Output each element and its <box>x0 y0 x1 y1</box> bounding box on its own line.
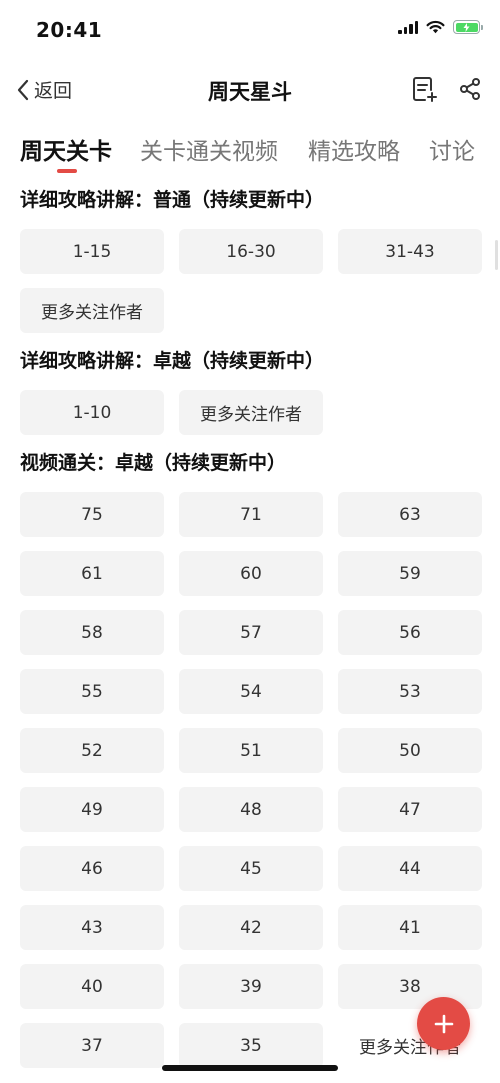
home-indicator[interactable] <box>162 1065 338 1071</box>
tab-bar: 周天关卡 关卡通关视频 精选攻略 讨论 <box>0 132 500 176</box>
level-button[interactable]: 47 <box>338 787 482 832</box>
level-button[interactable]: 50 <box>338 728 482 773</box>
scrollbar[interactable] <box>495 240 498 270</box>
level-button[interactable]: 52 <box>20 728 164 773</box>
note-add-icon <box>413 77 437 102</box>
status-icons <box>398 20 483 34</box>
battery-icon <box>453 20 483 34</box>
level-button[interactable]: 41 <box>338 905 482 950</box>
normal-guides-grid: 1-15 16-30 31-43 更多关注作者 <box>20 229 482 333</box>
level-button[interactable]: 45 <box>179 846 323 891</box>
level-button[interactable]: 71 <box>179 492 323 537</box>
tab-zhoutian-guanka[interactable]: 周天关卡 <box>20 132 112 166</box>
range-button[interactable]: 16-30 <box>179 229 323 274</box>
level-button[interactable]: 42 <box>179 905 323 950</box>
follow-author-button[interactable]: 更多关注作者 <box>20 288 164 333</box>
level-button[interactable]: 54 <box>179 669 323 714</box>
level-button[interactable]: 43 <box>20 905 164 950</box>
video-level-grid: 75 71 63 61 60 59 58 57 56 55 54 53 52 5… <box>20 492 482 1068</box>
level-button[interactable]: 48 <box>179 787 323 832</box>
level-button[interactable]: 46 <box>20 846 164 891</box>
section-title-normal-guides: 详细攻略讲解：普通（持续更新中） <box>20 189 325 211</box>
note-add-button[interactable] <box>412 75 438 103</box>
share-icon <box>460 78 480 100</box>
level-button[interactable]: 59 <box>338 551 482 596</box>
status-bar: 20:41 <box>0 0 500 60</box>
level-button[interactable]: 40 <box>20 964 164 1009</box>
excellent-guides-grid: 1-10 更多关注作者 <box>20 390 482 435</box>
nav-bar: 返回 周天星斗 <box>0 64 500 116</box>
level-button[interactable]: 39 <box>179 964 323 1009</box>
level-button[interactable]: 60 <box>179 551 323 596</box>
level-button[interactable]: 75 <box>20 492 164 537</box>
tab-featured-guides[interactable]: 精选攻略 <box>308 132 400 166</box>
plus-icon <box>434 1014 453 1033</box>
tab-clear-videos[interactable]: 关卡通关视频 <box>140 132 278 166</box>
level-button[interactable]: 49 <box>20 787 164 832</box>
level-button[interactable]: 57 <box>179 610 323 655</box>
range-button[interactable]: 31-43 <box>338 229 482 274</box>
screen: 20:41 返回 周天星斗 周天关卡 关卡通关视频 精选攻略 讨论 详细攻略讲解… <box>0 0 500 1083</box>
level-button[interactable]: 56 <box>338 610 482 655</box>
range-button[interactable]: 1-10 <box>20 390 164 435</box>
chevron-left-icon <box>17 79 29 100</box>
back-label: 返回 <box>34 80 73 102</box>
range-button[interactable]: 1-15 <box>20 229 164 274</box>
level-button[interactable]: 44 <box>338 846 482 891</box>
level-button[interactable]: 63 <box>338 492 482 537</box>
cellular-signal-icon <box>398 20 418 34</box>
section-title-excellent-guides: 详细攻略讲解：卓越（持续更新中） <box>20 350 325 372</box>
active-tab-indicator <box>57 169 77 173</box>
level-button[interactable]: 55 <box>20 669 164 714</box>
level-button[interactable]: 35 <box>179 1023 323 1068</box>
tab-discussion[interactable]: 讨论 <box>429 132 475 166</box>
add-button[interactable] <box>417 997 470 1050</box>
follow-author-button[interactable]: 更多关注作者 <box>179 390 323 435</box>
level-button[interactable]: 58 <box>20 610 164 655</box>
level-button[interactable]: 61 <box>20 551 164 596</box>
status-time: 20:41 <box>36 18 103 42</box>
nav-actions <box>412 75 482 103</box>
content-list: 详细攻略讲解：普通（持续更新中） 1-15 16-30 31-43 更多关注作者… <box>20 186 482 1082</box>
back-button[interactable]: 返回 <box>16 76 72 103</box>
section-title-video-clears: 视频通关：卓越（持续更新中） <box>20 452 287 474</box>
share-button[interactable] <box>458 77 482 101</box>
wifi-icon <box>426 20 445 34</box>
level-button[interactable]: 53 <box>338 669 482 714</box>
level-button[interactable]: 37 <box>20 1023 164 1068</box>
level-button[interactable]: 51 <box>179 728 323 773</box>
